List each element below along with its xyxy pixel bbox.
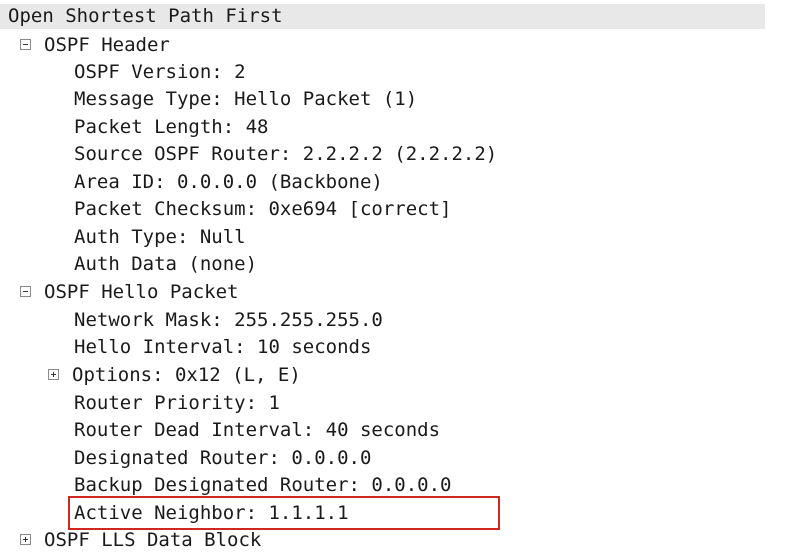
expand-icon[interactable] xyxy=(20,533,31,545)
field-area-id[interactable]: Area ID: 0.0.0.0 (Backbone) xyxy=(0,169,383,196)
field-router-priority[interactable]: Router Priority: 1 xyxy=(0,390,280,417)
collapse-icon[interactable] xyxy=(20,285,31,297)
field-network-mask[interactable]: Network Mask: 255.255.255.0 xyxy=(0,307,383,334)
field-auth-data[interactable]: Auth Data (none) xyxy=(0,251,257,278)
options-label: Options: 0x12 (L, E) xyxy=(72,364,301,386)
active-neighbor-highlight-box xyxy=(68,496,500,530)
ospf-hello-node[interactable]: OSPF Hello Packet xyxy=(0,279,238,306)
ospf-header-node[interactable]: OSPF Header xyxy=(0,32,170,59)
field-message-type[interactable]: Message Type: Hello Packet (1) xyxy=(0,86,417,113)
ospf-header-label: OSPF Header xyxy=(44,34,170,56)
collapse-icon[interactable] xyxy=(20,38,31,50)
field-packet-checksum[interactable]: Packet Checksum: 0xe694 [correct] xyxy=(0,196,452,223)
field-ospf-version[interactable]: OSPF Version: 2 xyxy=(0,59,246,86)
packet-details-tree: Open Shortest Path First OSPF Header OSP… xyxy=(0,0,797,556)
ospf-hello-label: OSPF Hello Packet xyxy=(44,281,239,303)
options-node[interactable]: Options: 0x12 (L, E) xyxy=(0,362,301,389)
expand-icon[interactable] xyxy=(48,368,59,380)
field-source-router[interactable]: Source OSPF Router: 2.2.2.2 (2.2.2.2) xyxy=(0,141,497,168)
field-packet-length[interactable]: Packet Length: 48 xyxy=(0,114,268,141)
field-backup-designated-router[interactable]: Backup Designated Router: 0.0.0.0 xyxy=(0,472,452,499)
ospf-lls-node[interactable]: OSPF LLS Data Block xyxy=(0,527,261,554)
field-designated-router[interactable]: Designated Router: 0.0.0.0 xyxy=(0,445,371,472)
field-hello-interval[interactable]: Hello Interval: 10 seconds xyxy=(0,334,371,361)
protocol-title-row[interactable]: Open Shortest Path First xyxy=(0,4,765,29)
ospf-lls-label: OSPF LLS Data Block xyxy=(44,529,262,551)
field-router-dead-interval[interactable]: Router Dead Interval: 40 seconds xyxy=(0,417,440,444)
field-auth-type[interactable]: Auth Type: Null xyxy=(0,224,246,251)
